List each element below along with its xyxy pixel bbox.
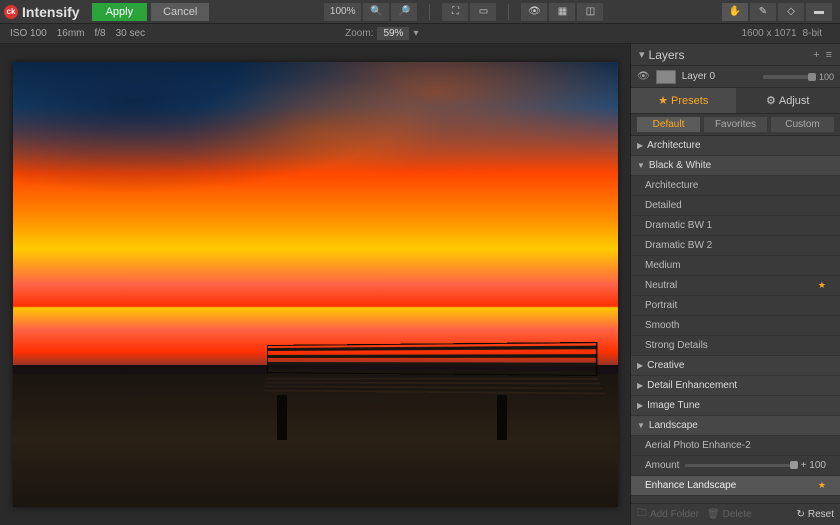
subtab-default[interactable]: Default xyxy=(637,117,700,132)
category-image-tune[interactable]: ▶Image Tune xyxy=(631,396,840,416)
preset-item[interactable]: Portrait xyxy=(631,296,840,316)
fit-screen-icon[interactable]: ⛶ xyxy=(442,3,468,21)
category-architecture[interactable]: ▶Architecture xyxy=(631,136,840,156)
preset-item[interactable]: Detailed xyxy=(631,196,840,216)
info-bar: ISO 100 16mm f/8 30 sec Zoom: 59% ▾ 1600… xyxy=(0,24,840,44)
layer-opacity-slider[interactable] xyxy=(763,75,813,79)
zoom-out-icon[interactable]: 🔍 xyxy=(363,3,389,21)
eraser-tool-icon[interactable]: ◇ xyxy=(778,3,804,21)
category-landscape[interactable]: ▼Landscape xyxy=(631,416,840,436)
bit-depth: 8-bit xyxy=(803,28,822,39)
sidebar-footer: 🗀Add Folder 🗑Delete ↻Reset xyxy=(631,503,840,525)
preset-item[interactable]: Aerial Photo Enhance-2 xyxy=(631,436,840,456)
preset-item[interactable]: Dramatic BW 2 xyxy=(631,236,840,256)
add-folder-button: 🗀Add Folder xyxy=(637,506,699,523)
zoom-control: Zoom: 59% ▾ xyxy=(345,27,418,40)
preset-item[interactable]: Medium xyxy=(631,256,840,276)
favorite-star-icon[interactable]: ★ xyxy=(818,480,826,491)
shutter-speed: 30 sec xyxy=(116,28,145,39)
divider xyxy=(429,4,430,20)
preview-icon[interactable]: 👁 xyxy=(521,3,547,21)
actual-size-icon[interactable]: ▭ xyxy=(470,3,496,21)
amount-row: Amount + 100 xyxy=(631,456,840,476)
chevron-right-icon: ▶ xyxy=(637,361,643,370)
tab-adjust[interactable]: ⚙Adjust xyxy=(736,88,840,113)
zoom-100-button[interactable]: 100% xyxy=(324,3,362,21)
preset-item[interactable]: Neutral★ xyxy=(631,276,840,296)
layers-title: Layers xyxy=(649,48,808,62)
delete-button: 🗑Delete xyxy=(707,509,752,520)
category-detail-enhancement[interactable]: ▶Detail Enhancement xyxy=(631,376,840,396)
reset-icon: ↻ xyxy=(796,509,804,520)
divider xyxy=(508,4,509,20)
iso-value: ISO 100 xyxy=(10,28,47,39)
category-black-white[interactable]: ▼Black & White xyxy=(631,156,840,176)
layer-opacity-value: 100 xyxy=(819,72,834,82)
subtab-custom[interactable]: Custom xyxy=(771,117,834,132)
preset-subtabs: Default Favorites Custom xyxy=(631,114,840,136)
preset-item-selected[interactable]: Enhance Landscape★ xyxy=(631,476,840,496)
brush-tool-icon[interactable]: ✎ xyxy=(750,3,776,21)
subtab-favorites[interactable]: Favorites xyxy=(704,117,767,132)
photo-preview[interactable] xyxy=(13,62,618,507)
app-name: Intensify xyxy=(22,4,80,20)
chevron-right-icon: ▶ xyxy=(637,141,643,150)
layers-disclosure-icon[interactable]: ▾ xyxy=(639,48,645,61)
aperture: f/8 xyxy=(95,28,106,39)
star-icon: ★ xyxy=(658,94,668,107)
chevron-right-icon: ▶ xyxy=(637,381,643,390)
layer-menu-icon[interactable]: ≡ xyxy=(826,49,832,61)
add-layer-icon[interactable]: + xyxy=(813,49,819,61)
layer-visibility-icon[interactable]: 👁 xyxy=(637,71,650,82)
reset-button[interactable]: ↻Reset xyxy=(796,509,834,520)
folder-icon: 🗀 xyxy=(637,506,647,523)
split-view-icon[interactable]: ◫ xyxy=(577,3,603,21)
zoom-value[interactable]: 59% xyxy=(377,27,409,40)
preset-item[interactable]: Architecture xyxy=(631,176,840,196)
chevron-down-icon: ▼ xyxy=(637,161,645,170)
preset-item[interactable]: Strong Details xyxy=(631,336,840,356)
sliders-icon: ⚙ xyxy=(766,94,776,107)
preset-item[interactable]: Smooth xyxy=(631,316,840,336)
chevron-right-icon: ▶ xyxy=(637,401,643,410)
mode-tabs: ★Presets ⚙Adjust xyxy=(631,88,840,114)
hand-tool-icon[interactable]: ✋ xyxy=(722,3,748,21)
layer-thumbnail xyxy=(656,70,676,84)
image-dimensions: 1600 x 1071 xyxy=(741,28,796,39)
top-toolbar: ck Intensify Apply Cancel 100% 🔍 🔎 ⛶ ▭ 👁… xyxy=(0,0,840,24)
amount-label: Amount xyxy=(645,460,679,471)
layers-header: ▾ Layers + ≡ xyxy=(631,44,840,66)
focal-length: 16mm xyxy=(57,28,85,39)
app-logo-icon: ck xyxy=(4,5,18,19)
apply-button[interactable]: Apply xyxy=(92,3,148,21)
trash-icon: 🗑 xyxy=(707,509,720,520)
zoom-dropdown-icon[interactable]: ▾ xyxy=(413,28,418,39)
amount-value: + 100 xyxy=(801,460,826,471)
canvas-area[interactable] xyxy=(0,44,630,525)
right-sidebar: ▾ Layers + ≡ 👁 Layer 0 100 ★Presets ⚙Adj… xyxy=(630,44,840,525)
preset-list[interactable]: ▶Architecture ▼Black & White Architectur… xyxy=(631,136,840,503)
compare-icon[interactable]: ▦ xyxy=(549,3,575,21)
preset-item[interactable]: Dramatic BW 1 xyxy=(631,216,840,236)
tab-presets[interactable]: ★Presets xyxy=(631,88,736,113)
category-creative[interactable]: ▶Creative xyxy=(631,356,840,376)
amount-slider[interactable] xyxy=(685,464,794,467)
gradient-tool-icon[interactable]: ▬ xyxy=(806,3,832,21)
cancel-button[interactable]: Cancel xyxy=(151,3,209,21)
favorite-star-icon[interactable]: ★ xyxy=(818,280,826,291)
layer-row[interactable]: 👁 Layer 0 100 xyxy=(631,66,840,88)
layer-name: Layer 0 xyxy=(682,71,757,82)
zoom-in-icon[interactable]: 🔎 xyxy=(391,3,417,21)
chevron-down-icon: ▼ xyxy=(637,421,645,430)
zoom-label: Zoom: xyxy=(345,28,373,39)
